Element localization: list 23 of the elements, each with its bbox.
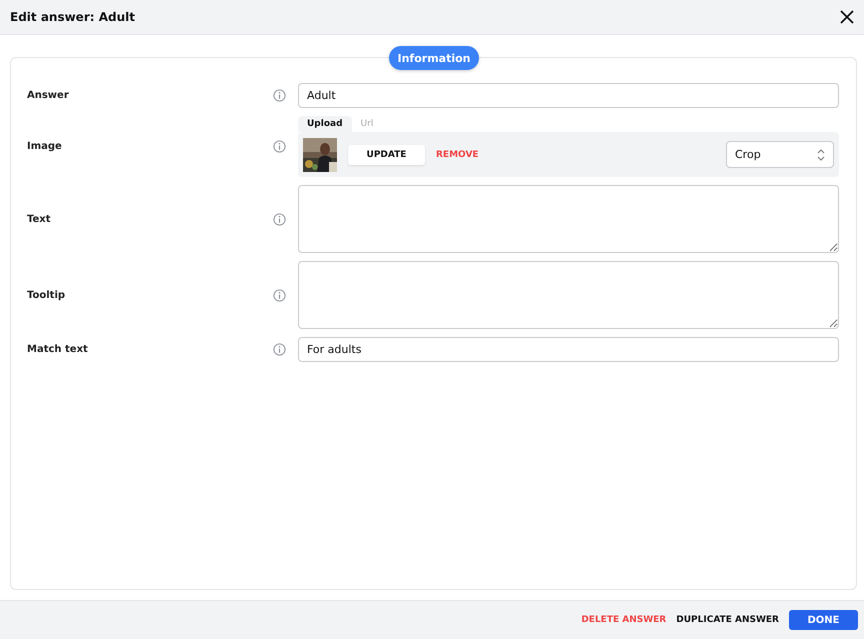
info-icon[interactable]	[273, 212, 286, 226]
field-label: Answer	[27, 90, 70, 101]
close-icon[interactable]	[840, 10, 854, 24]
field-label: Match text	[27, 344, 89, 355]
text-field[interactable]: For adults	[298, 337, 839, 362]
text-field[interactable]: Adult	[298, 83, 839, 108]
text-area[interactable]	[298, 261, 839, 329]
field-label: Image	[27, 141, 63, 152]
info-icon[interactable]	[273, 89, 286, 102]
done-button[interactable]: DONE	[789, 610, 858, 630]
duplicate-answer-button[interactable]: DUPLICATE ANSWER	[676, 615, 779, 625]
text-area[interactable]	[298, 185, 839, 253]
field-label: Tooltip	[27, 290, 66, 300]
info-icon[interactable]	[273, 343, 286, 356]
image-source-tab[interactable]: Upload	[298, 116, 352, 132]
dialog-title: Edit answer: Adult	[10, 10, 135, 24]
update-button[interactable]: UPDATE	[348, 144, 425, 164]
crop-select[interactable]: Crop	[726, 141, 834, 168]
chevron-updown-icon	[817, 148, 825, 160]
info-icon[interactable]	[273, 140, 286, 153]
field-label: Text	[27, 214, 52, 224]
information-tab[interactable]: Information	[389, 46, 479, 70]
info-icon[interactable]	[273, 288, 286, 302]
